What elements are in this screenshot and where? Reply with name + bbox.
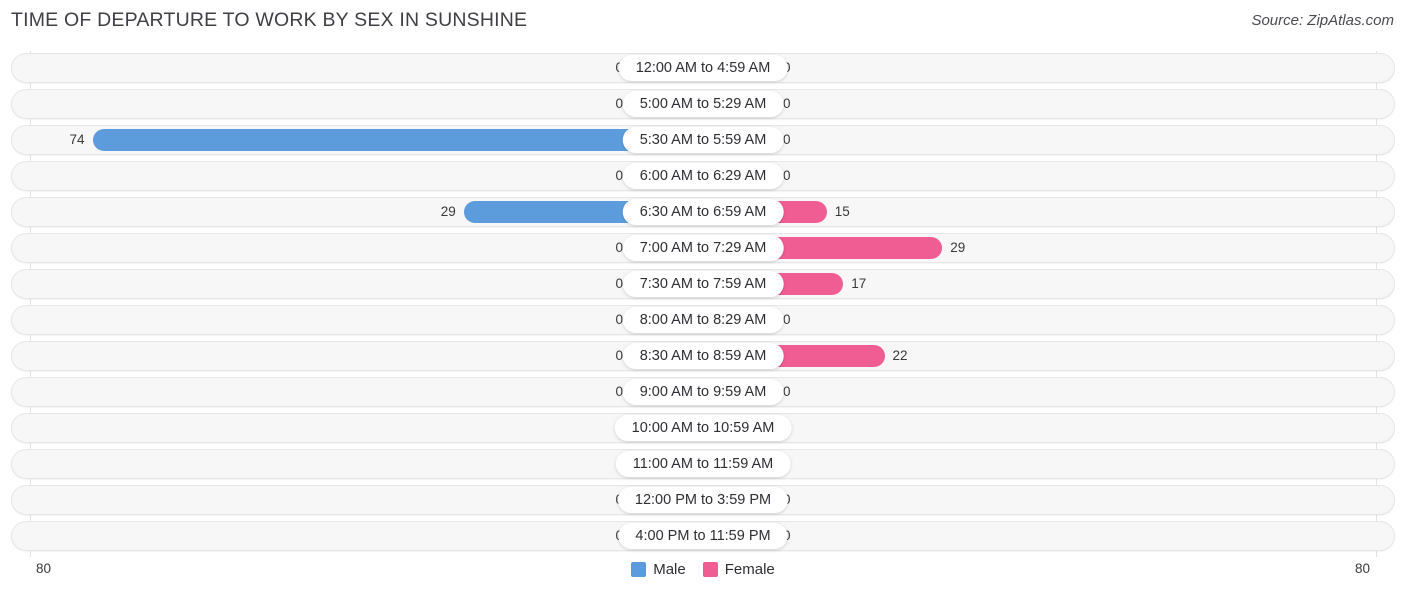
chart-row: 0010:00 AM to 10:59 AM — [11, 413, 1395, 443]
value-female: 0 — [783, 96, 791, 111]
legend-item-female[interactable]: Female — [702, 561, 775, 578]
page-header: TIME OF DEPARTURE TO WORK BY SEX IN SUNS… — [0, 0, 1406, 44]
page-title: TIME OF DEPARTURE TO WORK BY SEX IN SUNS… — [11, 9, 528, 31]
chart-row: 0 17 7:30 AM to 7:59 AM — [11, 269, 1395, 299]
chart-row: 0 0 9:00 AM to 9:59 AM — [11, 377, 1395, 407]
chart-row: 74 0 5:30 AM to 5:59 AM — [11, 125, 1395, 155]
category-label: 8:00 AM to 8:29 AM — [622, 307, 784, 333]
chart-row: 0011:00 AM to 11:59 AM — [11, 449, 1395, 479]
chart-row: 0012:00 PM to 3:59 PM — [11, 485, 1395, 515]
legend-label-female: Female — [724, 561, 775, 578]
category-label: 7:30 AM to 7:59 AM — [622, 271, 784, 297]
category-label: 6:30 AM to 6:59 AM — [622, 199, 784, 225]
chart-row: 0 0 5:00 AM to 5:29 AM — [11, 89, 1395, 119]
legend-swatch-female-icon — [702, 562, 718, 577]
category-label: 12:00 PM to 3:59 PM — [617, 487, 789, 513]
chart-row: 0 0 6:00 AM to 6:29 AM — [11, 161, 1395, 191]
chart-row: 29 15 6:30 AM to 6:59 AM — [11, 197, 1395, 227]
source-attribution: Source: ZipAtlas.com — [1251, 12, 1394, 29]
category-label: 6:00 AM to 6:29 AM — [622, 163, 784, 189]
value-female: 0 — [783, 312, 791, 327]
value-female: 15 — [834, 204, 850, 219]
value-female: 0 — [783, 384, 791, 399]
category-label: 7:00 AM to 7:29 AM — [622, 235, 784, 261]
bar-male[interactable] — [92, 129, 703, 151]
legend: Male Female — [0, 561, 1406, 578]
value-male: 74 — [69, 132, 85, 147]
category-label: 4:00 PM to 11:59 PM — [618, 523, 788, 549]
chart-row: 0 0 8:00 AM to 8:29 AM — [11, 305, 1395, 335]
category-label: 11:00 AM to 11:59 AM — [615, 451, 791, 477]
category-label: 5:30 AM to 5:59 AM — [622, 127, 784, 153]
category-label: 5:00 AM to 5:29 AM — [622, 91, 784, 117]
chart-row: 0 22 8:30 AM to 8:59 AM — [11, 341, 1395, 371]
category-label: 12:00 AM to 4:59 AM — [618, 55, 788, 81]
chart-row: 0012:00 AM to 4:59 AM — [11, 53, 1395, 83]
value-male: 29 — [440, 204, 456, 219]
chart-row: 0 29 7:00 AM to 7:29 AM — [11, 233, 1395, 263]
category-label: 9:00 AM to 9:59 AM — [622, 379, 784, 405]
chart-footer: 80 80 Male Female — [0, 556, 1406, 595]
chart-row: 004:00 PM to 11:59 PM — [11, 521, 1395, 551]
value-female: 0 — [783, 168, 791, 183]
legend-item-male[interactable]: Male — [631, 561, 686, 578]
value-female: 29 — [950, 240, 966, 255]
diverging-bar-chart: 0012:00 AM to 4:59 AM005:00 AM to 5:29 A… — [0, 51, 1406, 557]
value-female: 0 — [783, 132, 791, 147]
category-label: 10:00 AM to 10:59 AM — [614, 415, 792, 441]
legend-label-male: Male — [653, 561, 686, 578]
category-label: 8:30 AM to 8:59 AM — [622, 343, 784, 369]
legend-swatch-male-icon — [631, 562, 647, 577]
value-female: 17 — [851, 276, 867, 291]
value-female: 22 — [892, 348, 908, 363]
chart-page: TIME OF DEPARTURE TO WORK BY SEX IN SUNS… — [0, 0, 1406, 595]
